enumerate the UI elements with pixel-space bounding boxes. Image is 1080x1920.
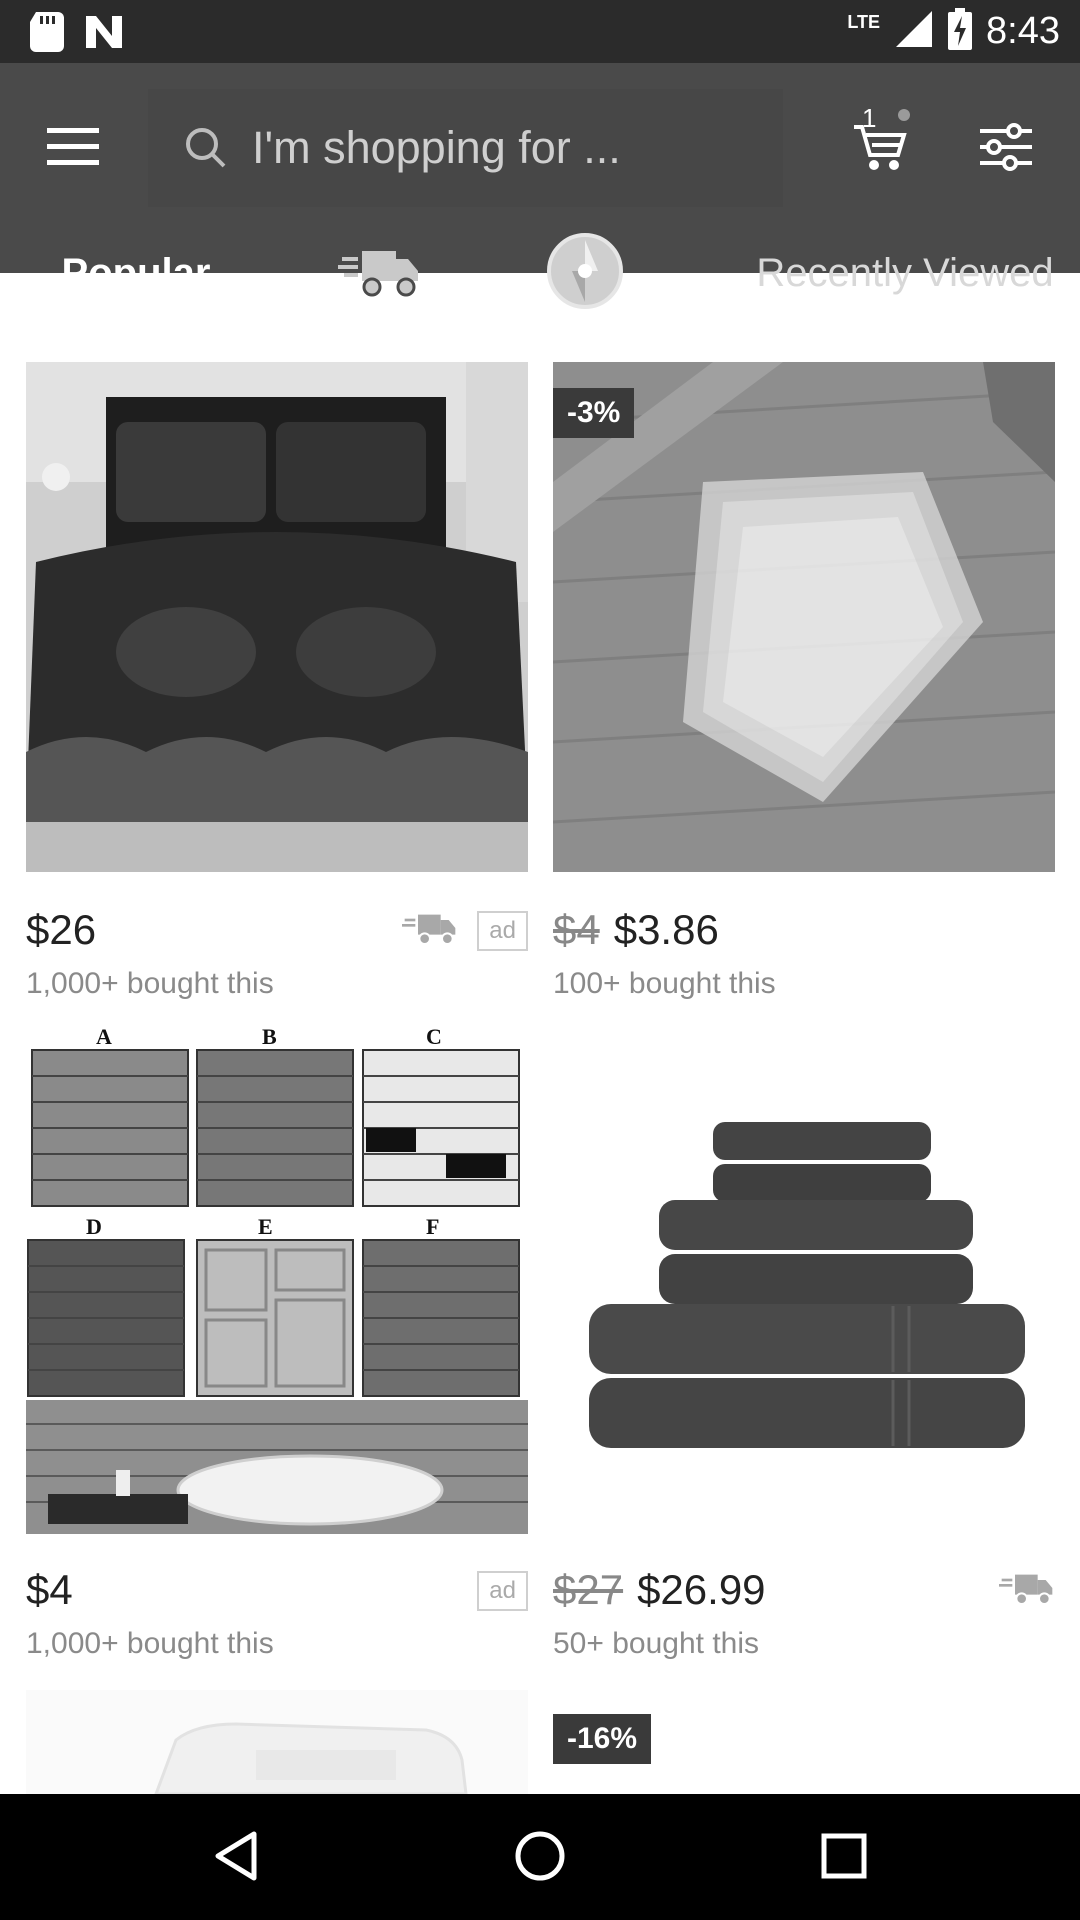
signal-icon — [894, 9, 934, 54]
recents-button[interactable] — [804, 1818, 884, 1898]
deal-disc-icon — [546, 232, 624, 315]
original-price: $27 — [553, 1566, 624, 1613]
discount-badge: -16% — [553, 1714, 652, 1764]
sd-card-icon — [30, 12, 64, 57]
bought-count: 100+ bought this — [553, 967, 776, 1000]
battery-charging-icon — [948, 8, 973, 55]
bought-count: 1,000+ bought this — [26, 1627, 274, 1660]
product-card-towels[interactable]: $27 $26.99 50+ bought this — [553, 1024, 1055, 1660]
home-button[interactable] — [500, 1818, 580, 1898]
navigation-bar — [0, 1794, 1080, 1920]
tile-label: E — [258, 1214, 273, 1239]
price-row: $4 $3.86 — [553, 905, 1055, 955]
product-card-next-right[interactable]: -16% — [553, 1690, 1055, 1794]
product-image-bags[interactable]: -3% — [553, 362, 1055, 872]
n-logo-icon — [84, 12, 124, 57]
product-price: $4 — [26, 1566, 73, 1613]
back-icon — [212, 1830, 260, 1887]
filter-icon — [980, 122, 1032, 176]
cart-button[interactable] — [830, 99, 930, 199]
cart-count: 1 — [862, 103, 877, 133]
ad-badge: ad — [477, 1571, 528, 1611]
product-card-bedding[interactable]: $26 ad 1,000+ bought this — [26, 362, 528, 1000]
status-bar: LTE 8:43 — [0, 0, 1080, 63]
home-icon — [514, 1830, 566, 1887]
price-row: $27 $26.99 — [553, 1565, 1055, 1615]
category-tabs: Popular Recently Viewed — [0, 210, 1080, 336]
product-price: $26 — [26, 906, 97, 953]
menu-icon — [47, 126, 99, 171]
recents-icon — [821, 1833, 867, 1884]
product-image-towels[interactable] — [553, 1024, 1055, 1534]
bought-count: 1,000+ bought this — [26, 967, 274, 1000]
tab-deals[interactable] — [540, 210, 630, 336]
network-label: LTE — [847, 12, 881, 32]
product-image-next-right[interactable]: -16% — [553, 1690, 1055, 1794]
tab-recently-viewed-label: Recently Viewed — [756, 250, 1054, 295]
product-card-bags[interactable]: -3% $4 $3.86 100+ bought this — [553, 362, 1055, 1000]
product-card-tiles[interactable]: A B C D E F $4 ad 1,000+ bought this — [26, 1024, 528, 1660]
tile-label: A — [96, 1024, 112, 1049]
fast-shipping-icon — [402, 909, 458, 952]
cart-icon — [852, 121, 908, 178]
status-time: 8:43 — [986, 10, 1060, 52]
fast-shipping-icon — [999, 1569, 1055, 1612]
product-image-next-left[interactable] — [26, 1690, 528, 1794]
tile-label: C — [426, 1024, 442, 1049]
tab-fast-shipping[interactable] — [320, 210, 440, 336]
tile-label: B — [262, 1024, 277, 1049]
shipping-truck-icon — [338, 243, 422, 304]
tile-label: D — [86, 1214, 102, 1239]
tab-recently-viewed[interactable]: Recently Viewed — [740, 210, 1070, 336]
price-row: $4 ad — [26, 1565, 528, 1615]
tab-popular[interactable]: Popular — [0, 210, 272, 336]
search-icon — [184, 126, 244, 170]
cart-dot — [898, 109, 910, 121]
search-bar[interactable] — [148, 89, 783, 207]
menu-button[interactable] — [28, 103, 118, 193]
product-price: $26.99 — [637, 1566, 766, 1613]
back-button[interactable] — [196, 1818, 276, 1898]
filter-button[interactable] — [956, 99, 1056, 199]
search-input[interactable] — [252, 122, 772, 174]
price-row: $26 ad — [26, 905, 528, 955]
product-image-bedding[interactable] — [26, 362, 528, 872]
bought-count: 50+ bought this — [553, 1627, 760, 1660]
tab-popular-label: Popular — [61, 250, 211, 295]
ad-badge: ad — [477, 911, 528, 951]
product-image-tiles[interactable]: A B C D E F — [26, 1024, 528, 1534]
product-card-next-left[interactable] — [26, 1690, 528, 1794]
tab-selected-indicator — [0, 327, 272, 335]
discount-badge: -3% — [553, 388, 635, 438]
tile-label: F — [426, 1214, 440, 1239]
product-price: $3.86 — [613, 906, 719, 953]
original-price: $4 — [553, 906, 600, 953]
